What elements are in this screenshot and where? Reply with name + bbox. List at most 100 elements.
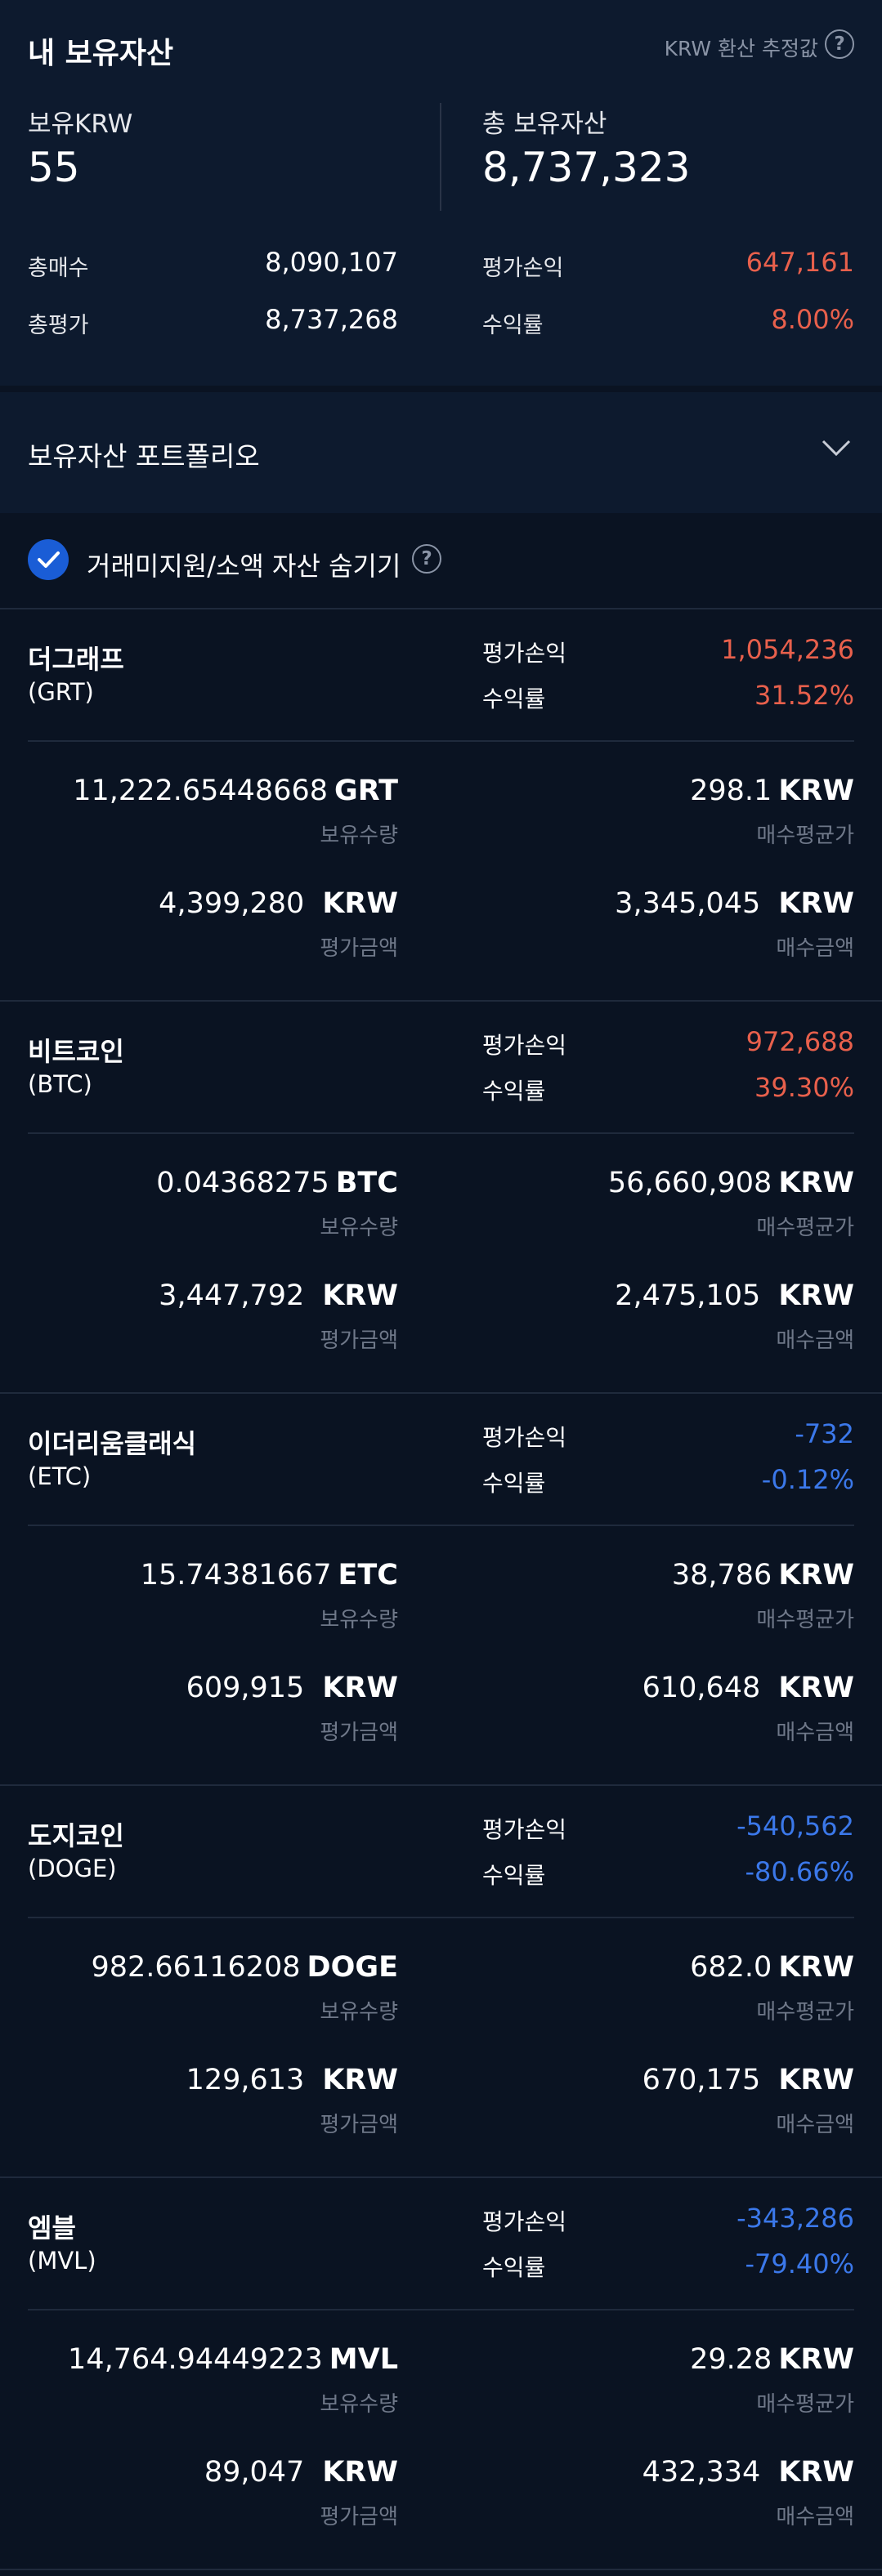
asset-divider <box>28 1525 854 1526</box>
asset-qty-label: 보유수량 <box>320 2392 398 2417</box>
checkmark-icon <box>38 551 60 568</box>
hide-small-assets-label: 거래미지원/소액 자산 숨기기 <box>87 551 401 582</box>
hide-small-assets-checkbox[interactable] <box>28 539 69 580</box>
divider <box>0 2569 882 2570</box>
asset-eval-amount: 3,447,792 KRW <box>159 1279 398 1312</box>
asset-item[interactable]: 도지코인 (DOGE) 평가손익 수익률 -540,562 -80.66% 98… <box>0 1786 882 2178</box>
krw-unit: KRW <box>778 2456 854 2489</box>
asset-item[interactable]: 더그래프 (GRT) 평가손익 수익률 1,054,236 31.52% 11,… <box>0 609 882 1002</box>
asset-buy-amount-value: 432,334 <box>642 2456 761 2489</box>
krw-estimate-hint: KRW 환산 추정값 <box>664 37 818 60</box>
asset-item[interactable]: 엠블 (MVL) 평가손익 수익률 -343,286 -79.40% 14,76… <box>0 2178 882 2570</box>
krw-unit: KRW <box>778 775 854 807</box>
asset-name: 엠블 <box>28 2212 76 2243</box>
asset-avg-price: 682.0 KRW <box>690 1951 854 1984</box>
total-buy-value: 8,090,107 <box>265 247 398 278</box>
summary-divider <box>440 103 441 211</box>
asset-qty-value: 15.74381667 <box>140 1559 332 1592</box>
portfolio-toggle[interactable]: 보유자산 포트폴리오 <box>0 392 882 513</box>
asset-qty: 11,222.65448668 GRT <box>73 775 398 807</box>
asset-pl-value: 972,688 <box>745 1026 854 1057</box>
asset-qty-label: 보유수량 <box>320 2000 398 2025</box>
krw-unit: KRW <box>322 2456 398 2489</box>
hide-small-assets-row: 거래미지원/소액 자산 숨기기 ? <box>0 513 882 608</box>
asset-rate-value: -80.66% <box>745 1856 854 1887</box>
krw-unit: KRW <box>322 1279 398 1312</box>
asset-pl-label: 평가손익 <box>482 1816 567 1843</box>
asset-avg-price: 38,786 KRW <box>672 1559 854 1592</box>
asset-divider <box>28 2309 854 2310</box>
asset-name: 비트코인 <box>28 1036 124 1067</box>
asset-qty: 982.66116208 DOGE <box>91 1951 398 1984</box>
asset-avg-price-label: 매수평균가 <box>756 824 854 848</box>
asset-qty-label: 보유수량 <box>320 1216 398 1240</box>
total-eval-value: 8,737,268 <box>265 304 398 335</box>
return-rate-label: 수익률 <box>482 313 544 338</box>
asset-buy-amount: 2,475,105 KRW <box>615 1279 854 1312</box>
asset-pl-label: 평가손익 <box>482 1424 567 1451</box>
asset-rate-label: 수익률 <box>482 1078 546 1105</box>
asset-eval-amount: 129,613 KRW <box>186 2064 398 2096</box>
asset-buy-amount: 610,648 KRW <box>642 1672 854 1704</box>
asset-name: 이더리움클래식 <box>28 1428 197 1459</box>
profit-loss-label: 평가손익 <box>482 256 564 281</box>
asset-pl-label: 평가손익 <box>482 2208 567 2235</box>
asset-rate-label: 수익률 <box>482 1470 546 1497</box>
help-icon[interactable]: ? <box>412 544 441 574</box>
asset-name: 도지코인 <box>28 1820 124 1851</box>
asset-buy-amount-value: 670,175 <box>642 2064 761 2096</box>
asset-name: 더그래프 <box>28 644 124 675</box>
asset-qty-label: 보유수량 <box>320 1608 398 1632</box>
total-buy-label: 총매수 <box>28 256 89 281</box>
krw-unit: KRW <box>322 1672 398 1704</box>
asset-pl-value: 1,054,236 <box>721 634 854 665</box>
asset-eval-amount-label: 평가금액 <box>320 1328 398 1353</box>
profit-loss-value: 647,161 <box>745 247 854 278</box>
asset-rate-value: 39.30% <box>754 1072 854 1103</box>
asset-buy-amount: 670,175 KRW <box>642 2064 854 2096</box>
asset-eval-amount: 4,399,280 KRW <box>159 887 398 920</box>
asset-divider <box>28 1917 854 1918</box>
asset-buy-amount-value: 610,648 <box>642 1672 761 1704</box>
asset-buy-amount-label: 매수금액 <box>776 1328 854 1353</box>
asset-buy-amount: 432,334 KRW <box>642 2456 854 2489</box>
asset-item[interactable]: 이더리움클래식 (ETC) 평가손익 수익률 -732 -0.12% 15.74… <box>0 1394 882 1786</box>
return-rate-value: 8.00% <box>771 304 854 335</box>
asset-symbol: (BTC) <box>28 1070 92 1098</box>
asset-buy-amount-label: 매수금액 <box>776 1721 854 1745</box>
krw-unit: KRW <box>322 2064 398 2096</box>
asset-qty: 14,764.94449223 MVL <box>68 2343 398 2376</box>
asset-qty-unit: MVL <box>329 2343 398 2376</box>
krw-unit: KRW <box>778 1279 854 1312</box>
krw-unit: KRW <box>778 2343 854 2376</box>
holdings-page: 내 보유자산 KRW 환산 추정값 ? 보유KRW 55 총 보유자산 8,73… <box>0 0 882 2576</box>
asset-pl-value: -732 <box>795 1418 854 1449</box>
asset-buy-amount: 3,345,045 KRW <box>615 887 854 920</box>
asset-avg-price-value: 56,660,908 <box>607 1167 772 1199</box>
asset-eval-amount: 89,047 KRW <box>204 2456 398 2489</box>
asset-buy-amount-value: 3,345,045 <box>615 887 761 920</box>
asset-rate-label: 수익률 <box>482 2254 546 2281</box>
asset-qty: 0.04368275 BTC <box>156 1167 398 1199</box>
krw-unit: KRW <box>778 2064 854 2096</box>
asset-pl-value: -343,286 <box>736 2203 854 2234</box>
asset-rate-label: 수익률 <box>482 1862 546 1889</box>
asset-avg-price-label: 매수평균가 <box>756 2000 854 2025</box>
asset-buy-amount-value: 2,475,105 <box>615 1279 761 1312</box>
asset-eval-amount-value: 3,447,792 <box>159 1279 305 1312</box>
asset-qty-value: 0.04368275 <box>156 1167 329 1199</box>
asset-avg-price-value: 38,786 <box>671 1559 772 1592</box>
asset-pl-value: -540,562 <box>736 1810 854 1842</box>
help-icon[interactable]: ? <box>825 29 854 59</box>
asset-avg-price-label: 매수평균가 <box>756 1216 854 1240</box>
asset-divider <box>28 740 854 742</box>
asset-avg-price: 56,660,908 KRW <box>608 1167 854 1199</box>
total-assets-label: 총 보유자산 <box>482 109 607 139</box>
krw-balance-value: 55 <box>28 144 80 191</box>
krw-unit: KRW <box>778 1672 854 1704</box>
asset-eval-amount-label: 평가금액 <box>320 2113 398 2137</box>
krw-unit: KRW <box>778 1951 854 1984</box>
asset-item[interactable]: 비트코인 (BTC) 평가손익 수익률 972,688 39.30% 0.043… <box>0 1002 882 1394</box>
asset-qty-unit: ETC <box>338 1559 398 1592</box>
krw-balance-label: 보유KRW <box>28 109 133 139</box>
